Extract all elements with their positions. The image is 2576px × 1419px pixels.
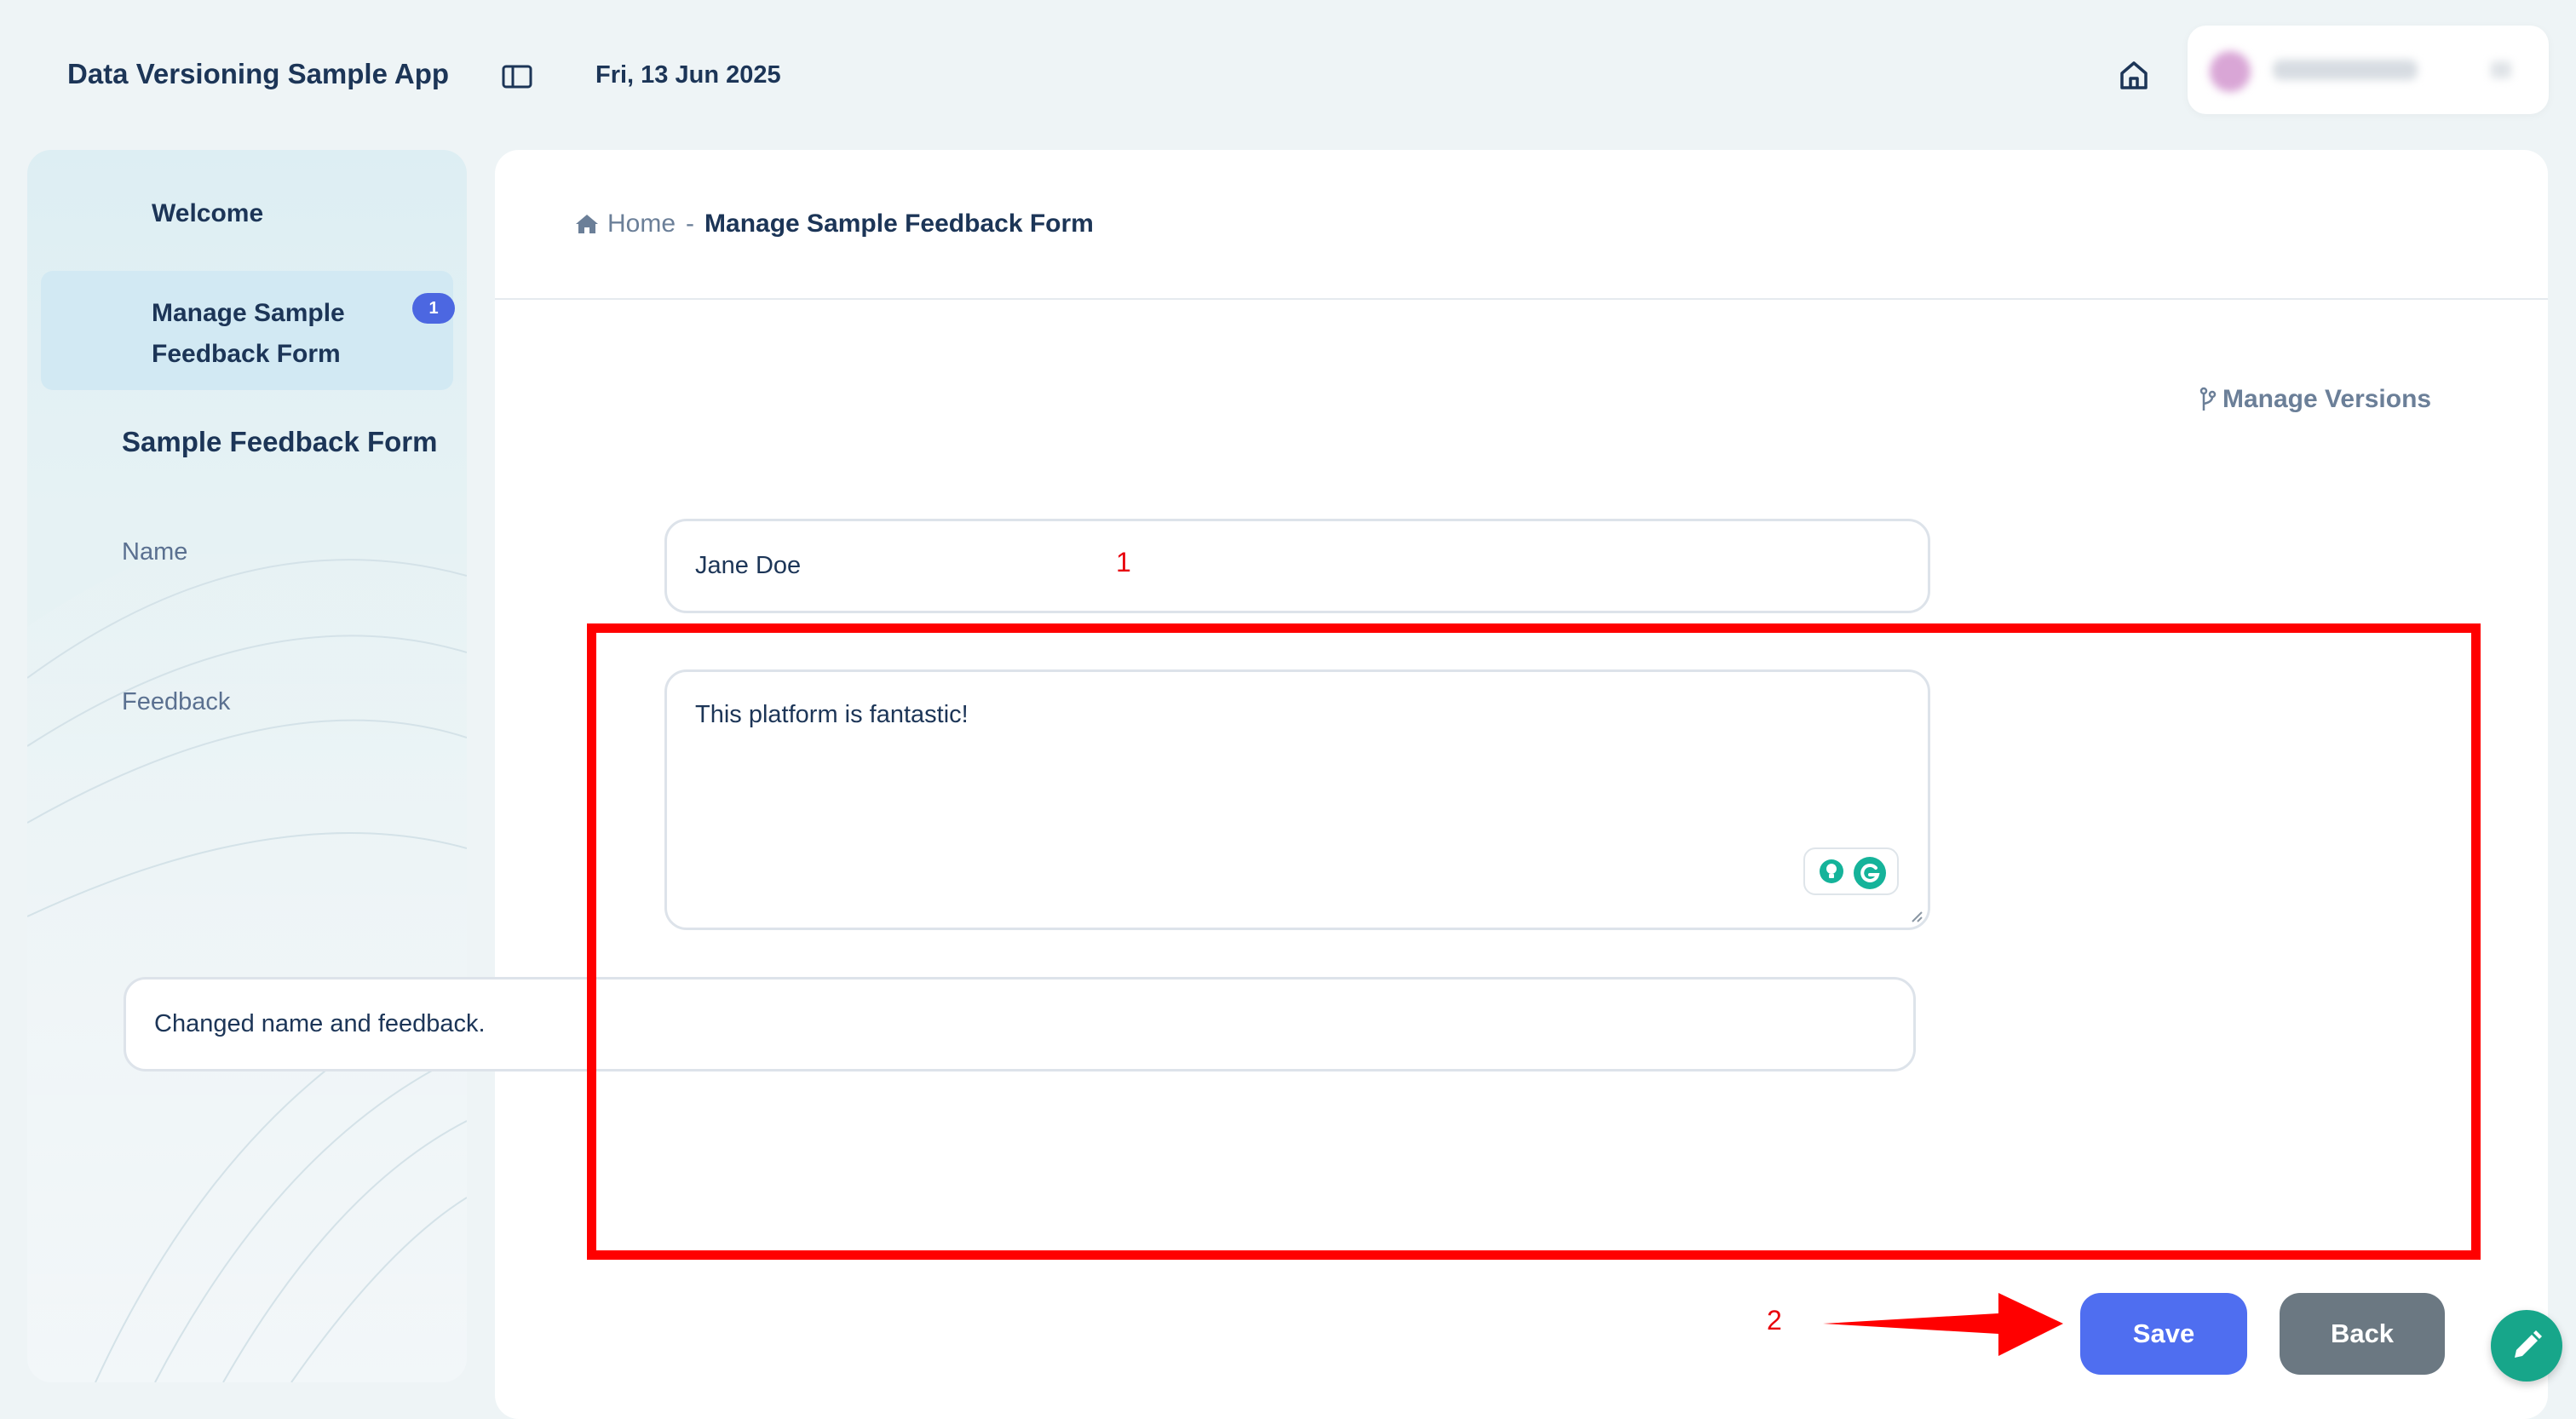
sidebar-item-label: Welcome (152, 199, 264, 227)
annotation-marker-2: 2 (1767, 1305, 1782, 1336)
annotation-arrow-icon (1823, 1293, 2063, 1356)
name-label: Name (122, 538, 188, 566)
home-icon (576, 215, 598, 233)
sidebar-item-welcome[interactable]: Welcome (41, 184, 453, 252)
sidebar-item-manage-sample-feedback-form[interactable]: Manage Sample Feedback Form 1 (41, 271, 455, 390)
header-divider (495, 298, 2548, 300)
edit-fab-button[interactable] (2491, 1310, 2562, 1382)
form-title: Sample Feedback Form (122, 426, 438, 457)
annotation-highlight-box (587, 623, 2481, 1260)
manage-versions-label: Manage Versions (2222, 385, 2432, 413)
count-badge: 1 (412, 293, 455, 324)
chevron-down-icon (2491, 61, 2511, 78)
top-bar: Data Versioning Sample App Fri, 13 Jun 2… (0, 0, 2576, 150)
name-input[interactable]: Jane Doe (664, 519, 1930, 613)
breadcrumb: Home - Manage Sample Feedback Form (575, 210, 1094, 238)
sidebar: Welcome Manage Sample Feedback Form 1 (27, 150, 467, 1382)
annotation-marker-1: 1 (1116, 547, 1131, 577)
manage-versions-link[interactable]: Manage Versions (2199, 385, 2431, 414)
breadcrumb-current: Manage Sample Feedback Form (704, 210, 1094, 238)
sidebar-item-label: Manage Sample Feedback Form (152, 299, 345, 368)
branch-icon (2199, 387, 2217, 411)
save-button[interactable]: Save (2080, 1293, 2247, 1375)
current-date: Fri, 13 Jun 2025 (595, 61, 781, 89)
breadcrumb-separator: - (686, 210, 695, 238)
sidebar-toggle-icon[interactable] (502, 65, 532, 89)
avatar (2210, 51, 2251, 92)
user-menu[interactable] (2188, 26, 2549, 114)
app-title: Data Versioning Sample App (67, 58, 450, 89)
user-name-blurred (2273, 60, 2418, 80)
breadcrumb-home-link[interactable]: Home (607, 210, 676, 238)
pencil-icon (2515, 1330, 2542, 1358)
back-button[interactable]: Back (2280, 1293, 2445, 1375)
home-icon[interactable] (2115, 56, 2153, 94)
feedback-label: Feedback (122, 688, 231, 715)
